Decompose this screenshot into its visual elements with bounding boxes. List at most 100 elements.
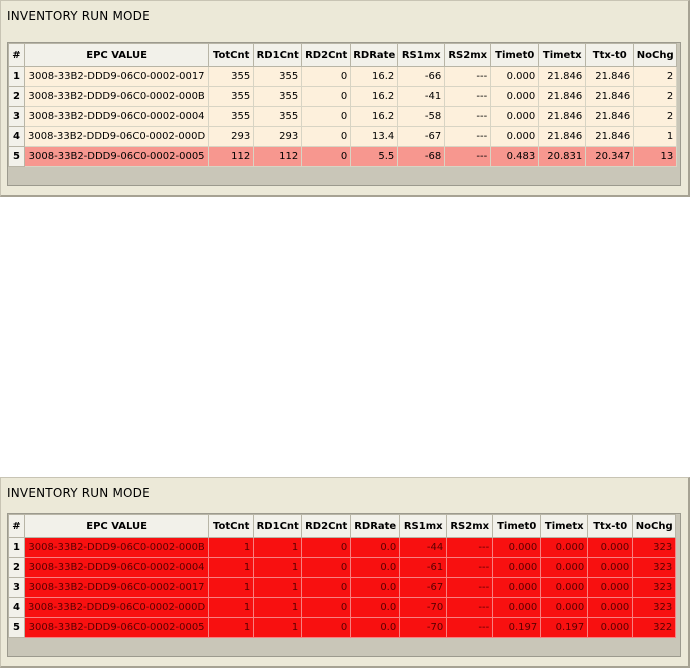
- col-header-timetx[interactable]: Timetx: [540, 514, 589, 538]
- rs1mx-cell[interactable]: -66: [397, 66, 446, 87]
- rs1mx-cell[interactable]: -41: [397, 86, 446, 107]
- totcnt-cell[interactable]: 355: [208, 106, 255, 127]
- col-header-timetx[interactable]: Timetx: [538, 43, 587, 67]
- row-index[interactable]: 3: [8, 577, 25, 598]
- timet0-cell[interactable]: 0.197: [492, 617, 542, 638]
- timet0-cell[interactable]: 0.000: [490, 126, 540, 147]
- table-row[interactable]: 2 3008-33B2-DDD9-06C0-0002-0004 1 1 0 0.0 -61-…: [8, 557, 677, 578]
- col-header-nochg[interactable]: NoChg: [632, 514, 677, 538]
- epc-value-cell[interactable]: 3008-33B2-DDD9-06C0-0002-000B: [23, 86, 210, 107]
- rd1cnt-cell[interactable]: 1: [253, 597, 303, 618]
- nochg-cell[interactable]: 2: [633, 66, 678, 87]
- epc-value-cell[interactable]: 3008-33B2-DDD9-06C0-0002-0005: [23, 617, 210, 638]
- rdrate-cell[interactable]: 0.0: [350, 617, 401, 638]
- rs2mx-cell[interactable]: ---: [446, 557, 494, 578]
- epc-value-cell[interactable]: 3008-33B2-DDD9-06C0-0002-000D: [23, 597, 210, 618]
- timetx-cell[interactable]: 21.846: [538, 106, 587, 127]
- rd1cnt-cell[interactable]: 293: [253, 126, 303, 147]
- epc-value-cell[interactable]: 3008-33B2-DDD9-06C0-0002-0017: [23, 66, 210, 87]
- rs1mx-cell[interactable]: -58: [397, 106, 446, 127]
- row-index[interactable]: 1: [8, 537, 25, 558]
- totcnt-cell[interactable]: 1: [208, 617, 255, 638]
- row-index[interactable]: 3: [8, 106, 25, 127]
- col-header-totcnt[interactable]: TotCnt: [208, 43, 255, 67]
- col-header-ttx-t0[interactable]: Ttx-t0: [587, 514, 634, 538]
- timetx-cell[interactable]: 0.000: [540, 597, 589, 618]
- rd2cnt-cell[interactable]: 0: [301, 86, 352, 107]
- rd2cnt-cell[interactable]: 0: [301, 106, 352, 127]
- ttx-t0-cell[interactable]: 21.846: [585, 66, 635, 87]
- totcnt-cell[interactable]: 355: [208, 66, 255, 87]
- col-header-timet0[interactable]: Timet0: [490, 43, 540, 67]
- table-row[interactable]: 5 3008-33B2-DDD9-06C0-0002-0005 112 112 0 5.5…: [8, 146, 678, 167]
- table-row[interactable]: 4 3008-33B2-DDD9-06C0-0002-000D 1 1 0 0.0 -70-…: [8, 597, 677, 618]
- timet0-cell[interactable]: 0.000: [490, 106, 540, 127]
- col-header-rd1cnt[interactable]: RD1Cnt: [253, 43, 303, 67]
- rdrate-cell[interactable]: 16.2: [350, 86, 399, 107]
- rd2cnt-cell[interactable]: 0: [301, 577, 352, 598]
- table-row[interactable]: 3 3008-33B2-DDD9-06C0-0002-0017 1 1 0 0.0 -67-…: [8, 577, 677, 598]
- col-header-timet0[interactable]: Timet0: [492, 514, 542, 538]
- totcnt-cell[interactable]: 1: [208, 557, 255, 578]
- rs2mx-cell[interactable]: ---: [444, 106, 492, 127]
- rdrate-cell[interactable]: 13.4: [350, 126, 399, 147]
- rs2mx-cell[interactable]: ---: [446, 597, 494, 618]
- rd1cnt-cell[interactable]: 1: [253, 577, 303, 598]
- nochg-cell[interactable]: 1: [633, 126, 678, 147]
- rd1cnt-cell[interactable]: 355: [253, 86, 303, 107]
- totcnt-cell[interactable]: 293: [208, 126, 255, 147]
- col-header-nochg[interactable]: NoChg: [633, 43, 678, 67]
- rs2mx-cell[interactable]: ---: [444, 66, 492, 87]
- rd1cnt-cell[interactable]: 355: [253, 106, 303, 127]
- rd2cnt-cell[interactable]: 0: [301, 557, 352, 578]
- rs1mx-cell[interactable]: -67: [399, 577, 448, 598]
- rd2cnt-cell[interactable]: 0: [301, 617, 352, 638]
- timetx-cell[interactable]: 0.000: [540, 577, 589, 598]
- timetx-cell[interactable]: 21.846: [538, 86, 587, 107]
- rdrate-cell[interactable]: 16.2: [350, 106, 399, 127]
- col-header-rs1mx[interactable]: RS1mx: [399, 514, 448, 538]
- ttx-t0-cell[interactable]: 21.846: [585, 106, 635, 127]
- table-row[interactable]: 2 3008-33B2-DDD9-06C0-0002-000B 355 355 0 16.…: [8, 86, 678, 107]
- rs2mx-cell[interactable]: ---: [446, 617, 494, 638]
- rdrate-cell[interactable]: 0.0: [350, 537, 401, 558]
- ttx-t0-cell[interactable]: 0.000: [587, 597, 634, 618]
- timetx-cell[interactable]: 0.000: [540, 557, 589, 578]
- epc-value-cell[interactable]: 3008-33B2-DDD9-06C0-0002-000D: [23, 126, 210, 147]
- epc-value-cell[interactable]: 3008-33B2-DDD9-06C0-0002-0017: [23, 577, 210, 598]
- row-index[interactable]: 1: [8, 66, 25, 87]
- rd1cnt-cell[interactable]: 1: [253, 557, 303, 578]
- timetx-cell[interactable]: 20.831: [538, 146, 587, 167]
- timetx-cell[interactable]: 21.846: [538, 126, 587, 147]
- ttx-t0-cell[interactable]: 0.000: [587, 617, 634, 638]
- rd1cnt-cell[interactable]: 112: [253, 146, 303, 167]
- col-header-index[interactable]: #: [8, 514, 25, 538]
- timet0-cell[interactable]: 0.483: [490, 146, 540, 167]
- totcnt-cell[interactable]: 112: [208, 146, 255, 167]
- rd2cnt-cell[interactable]: 0: [301, 597, 352, 618]
- col-header-rd2cnt[interactable]: RD2Cnt: [301, 514, 352, 538]
- rdrate-cell[interactable]: 0.0: [350, 557, 401, 578]
- row-index[interactable]: 5: [8, 617, 25, 638]
- timetx-cell[interactable]: 0.000: [540, 537, 589, 558]
- nochg-cell[interactable]: 2: [633, 86, 678, 107]
- totcnt-cell[interactable]: 355: [208, 86, 255, 107]
- timet0-cell[interactable]: 0.000: [492, 597, 542, 618]
- rs1mx-cell[interactable]: -67: [397, 126, 446, 147]
- nochg-cell[interactable]: 13: [633, 146, 678, 167]
- col-header-index[interactable]: #: [8, 43, 25, 67]
- timet0-cell[interactable]: 0.000: [490, 86, 540, 107]
- nochg-cell[interactable]: 323: [632, 597, 677, 618]
- col-header-rs2mx[interactable]: RS2mx: [444, 43, 492, 67]
- ttx-t0-cell[interactable]: 21.846: [585, 86, 635, 107]
- ttx-t0-cell[interactable]: 21.846: [585, 126, 635, 147]
- col-header-rdrate[interactable]: RDRate: [350, 514, 401, 538]
- row-index[interactable]: 2: [8, 86, 25, 107]
- rs1mx-cell[interactable]: -70: [399, 597, 448, 618]
- table-row[interactable]: 4 3008-33B2-DDD9-06C0-0002-000D 293 293 0 13.…: [8, 126, 678, 147]
- table-row[interactable]: 5 3008-33B2-DDD9-06C0-0002-0005 1 1 0 0.0 -70-…: [8, 617, 677, 638]
- row-index[interactable]: 2: [8, 557, 25, 578]
- nochg-cell[interactable]: 2: [633, 106, 678, 127]
- rd1cnt-cell[interactable]: 1: [253, 617, 303, 638]
- col-header-rdrate[interactable]: RDRate: [350, 43, 399, 67]
